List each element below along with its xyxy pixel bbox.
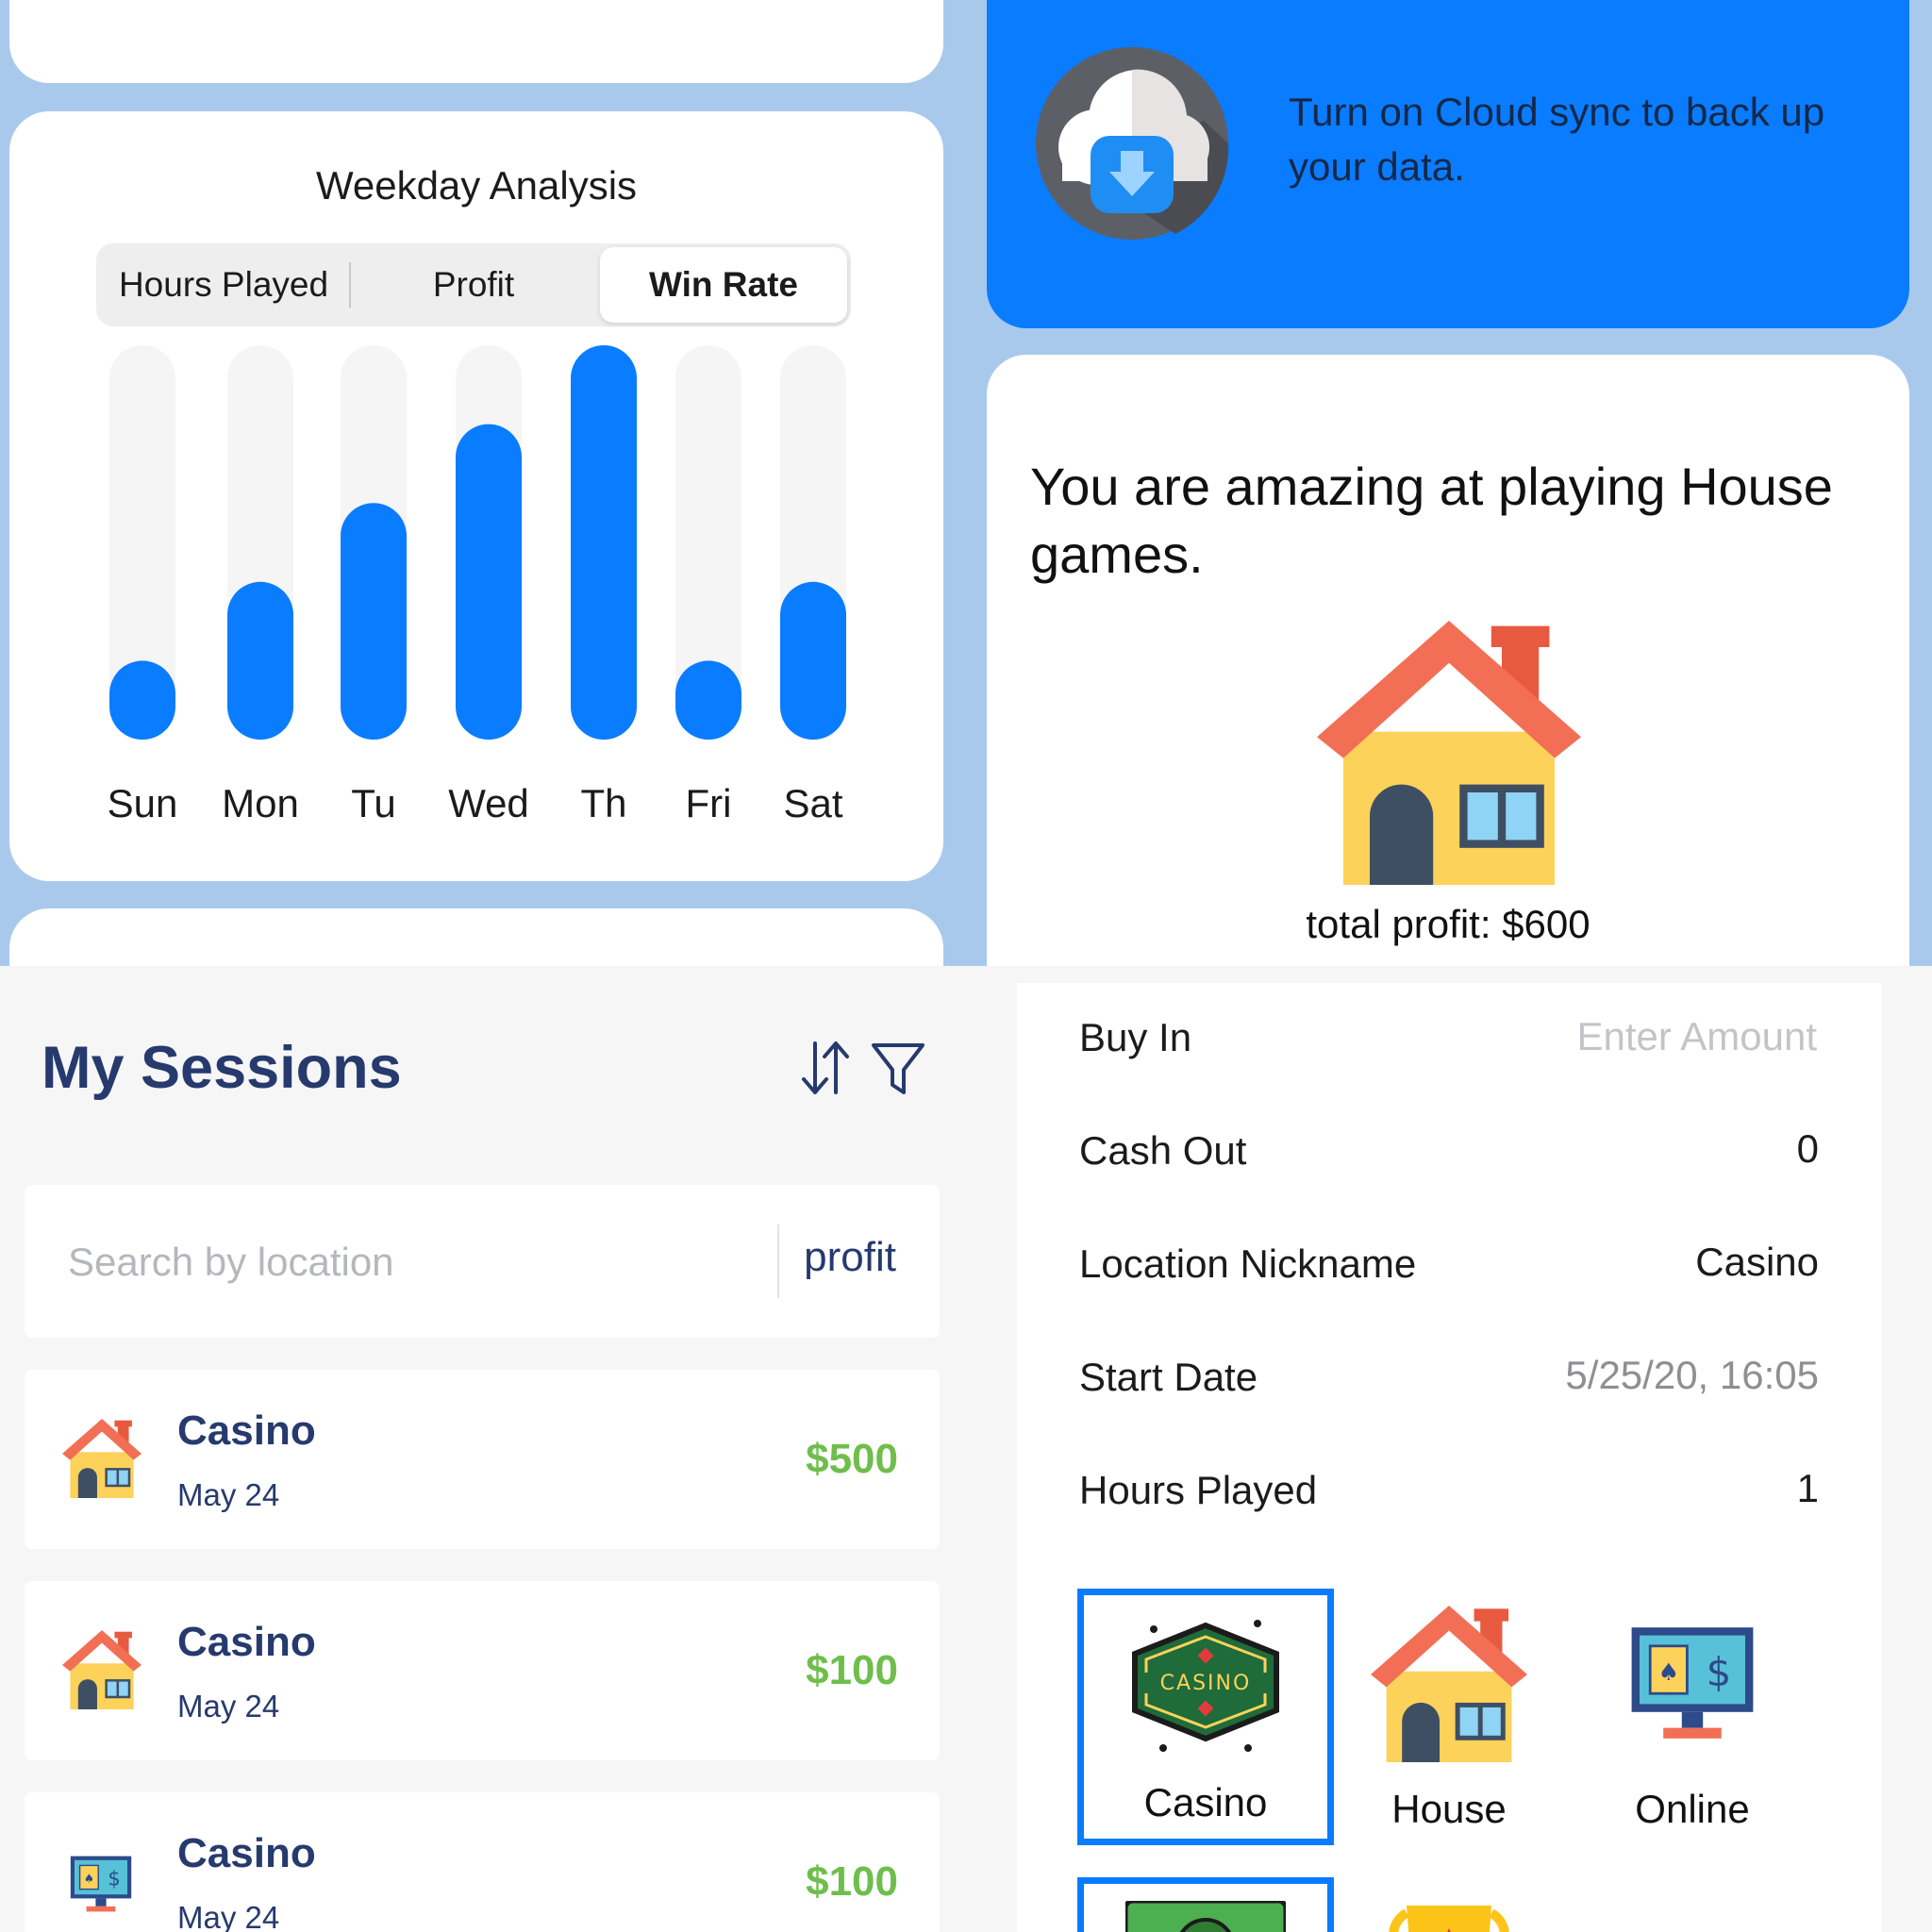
start-date-label: Start Date <box>1079 1355 1258 1399</box>
type-online-tile[interactable]: ♠ $ Online <box>1564 1589 1821 1845</box>
buy-in-row: Buy In <box>1017 983 1881 1096</box>
online-monitor-icon: ♠ $ <box>70 1856 132 1912</box>
type-casino-label: Casino <box>1143 1780 1268 1824</box>
bar-wed <box>456 424 522 740</box>
cloud-sync-banner[interactable]: Turn on Cloud sync to back up your data. <box>987 0 1909 328</box>
tick-label-th: Th <box>580 781 626 825</box>
tick-label-sat: Sat <box>783 781 842 825</box>
session-profit: $100 <box>806 1858 898 1905</box>
tick-label-tu: Tu <box>351 781 395 825</box>
house-icon <box>1317 621 1581 885</box>
location-label: Location Nickname <box>1079 1241 1417 1286</box>
svg-text:$: $ <box>1193 1927 1217 1932</box>
bar-sun <box>109 660 175 740</box>
next-card <box>9 908 943 966</box>
start-date-value[interactable]: 5/25/20, 16:05 <box>1565 1353 1819 1398</box>
hours-played-value[interactable]: 1 <box>1797 1466 1819 1511</box>
buy-in-input[interactable] <box>1438 1008 1819 1066</box>
page-title: My Sessions <box>42 1035 402 1101</box>
tick-label-sun: Sun <box>108 781 178 825</box>
type-online-label: Online <box>1635 1787 1750 1831</box>
filter-icon[interactable] <box>870 1040 926 1096</box>
session-row[interactable]: ♠ $ Casino May 24 $100 <box>25 1792 940 1932</box>
start-date-row[interactable]: Start Date 5/25/20, 16:05 <box>1017 1323 1881 1436</box>
location-value[interactable]: Casino <box>1695 1240 1819 1285</box>
search-input[interactable] <box>66 1230 768 1294</box>
search-bar: profit <box>25 1185 940 1338</box>
insight-headline: You are amazing at playing House games. <box>1030 457 1833 584</box>
session-form: Buy In Cash Out 0 Location Nickname Casi… <box>1017 983 1881 1932</box>
session-profit: $100 <box>806 1647 898 1693</box>
buy-in-label: Buy In <box>1079 1015 1192 1059</box>
insights-screen: Turn on Cloud sync to back up your data.… <box>966 0 1932 966</box>
sort-icon[interactable] <box>798 1038 855 1098</box>
bar-th <box>571 345 637 740</box>
house-icon <box>62 1630 142 1709</box>
tick-label-mon: Mon <box>222 781 299 825</box>
session-location: Casino <box>177 1830 316 1876</box>
search-divider <box>777 1224 779 1298</box>
house-icon <box>62 1419 142 1498</box>
online-monitor-icon: ♠ $ <box>1631 1627 1754 1739</box>
insight-card: You are amazing at playing House games. … <box>987 355 1909 966</box>
new-session-screen: Buy In Cash Out 0 Location Nickname Casi… <box>966 966 1932 1932</box>
bar-sat <box>780 581 846 740</box>
trophy-icon <box>1389 1906 1509 1932</box>
cash-out-row[interactable]: Cash Out 0 <box>1017 1096 1881 1209</box>
cloud-download-icon <box>1036 47 1229 240</box>
cloud-sync-text: Turn on Cloud sync to back up your data. <box>1289 90 1825 189</box>
type-cash-tile[interactable]: $ <box>1077 1877 1334 1932</box>
sort-by-button[interactable]: profit <box>804 1234 896 1281</box>
session-date: May 24 <box>177 1689 280 1724</box>
session-date: May 24 <box>177 1477 280 1512</box>
session-row[interactable]: Casino May 24 $500 <box>25 1370 940 1549</box>
session-row[interactable]: Casino May 24 $100 <box>25 1581 940 1760</box>
cash-out-value[interactable]: 0 <box>1797 1126 1819 1172</box>
total-profit: total profit: $600 <box>1306 902 1591 946</box>
bar-mon <box>227 581 293 740</box>
cash-out-label: Cash Out <box>1079 1128 1247 1173</box>
hours-played-row[interactable]: Hours Played 1 <box>1017 1436 1881 1549</box>
svg-text:$: $ <box>108 1867 120 1890</box>
casino-sign-icon: CASINO <box>1132 1620 1279 1752</box>
svg-text:♠: ♠ <box>84 1872 94 1886</box>
weekday-analysis-card: Weekday Analysis Hours Played Profit Win… <box>9 111 943 881</box>
session-date: May 24 <box>177 1900 280 1932</box>
svg-text:♠: ♠ <box>1658 1658 1680 1686</box>
tick-label-fri: Fri <box>686 781 732 825</box>
house-icon <box>1371 1606 1527 1762</box>
location-row[interactable]: Location Nickname Casino <box>1017 1209 1881 1323</box>
session-profit: $500 <box>806 1436 898 1482</box>
session-location: Casino <box>177 1619 316 1665</box>
svg-text:$: $ <box>1707 1649 1732 1695</box>
hours-played-label: Hours Played <box>1079 1468 1318 1512</box>
type-house-tile[interactable]: House <box>1321 1589 1577 1845</box>
svg-text:CASINO: CASINO <box>1160 1672 1252 1695</box>
cash-icon: $ <box>1125 1901 1286 1932</box>
bar-tu <box>341 503 407 740</box>
weekday-analysis-screen: Weekday Analysis Hours Played Profit Win… <box>0 0 966 966</box>
weekday-bar-chart: Sun Mon Tu Wed Th Fri Sat <box>108 345 846 825</box>
type-house-label: House <box>1391 1787 1507 1831</box>
session-location: Casino <box>177 1407 316 1454</box>
tick-label-wed: Wed <box>448 781 529 825</box>
type-casino-tile[interactable]: CASINO Casino <box>1077 1589 1334 1845</box>
bar-fri <box>675 660 741 740</box>
type-tournament-tile[interactable] <box>1321 1877 1577 1932</box>
my-sessions-screen: My Sessions profit Casino May 24 $500 <box>0 966 966 1932</box>
previous-card <box>9 0 943 83</box>
